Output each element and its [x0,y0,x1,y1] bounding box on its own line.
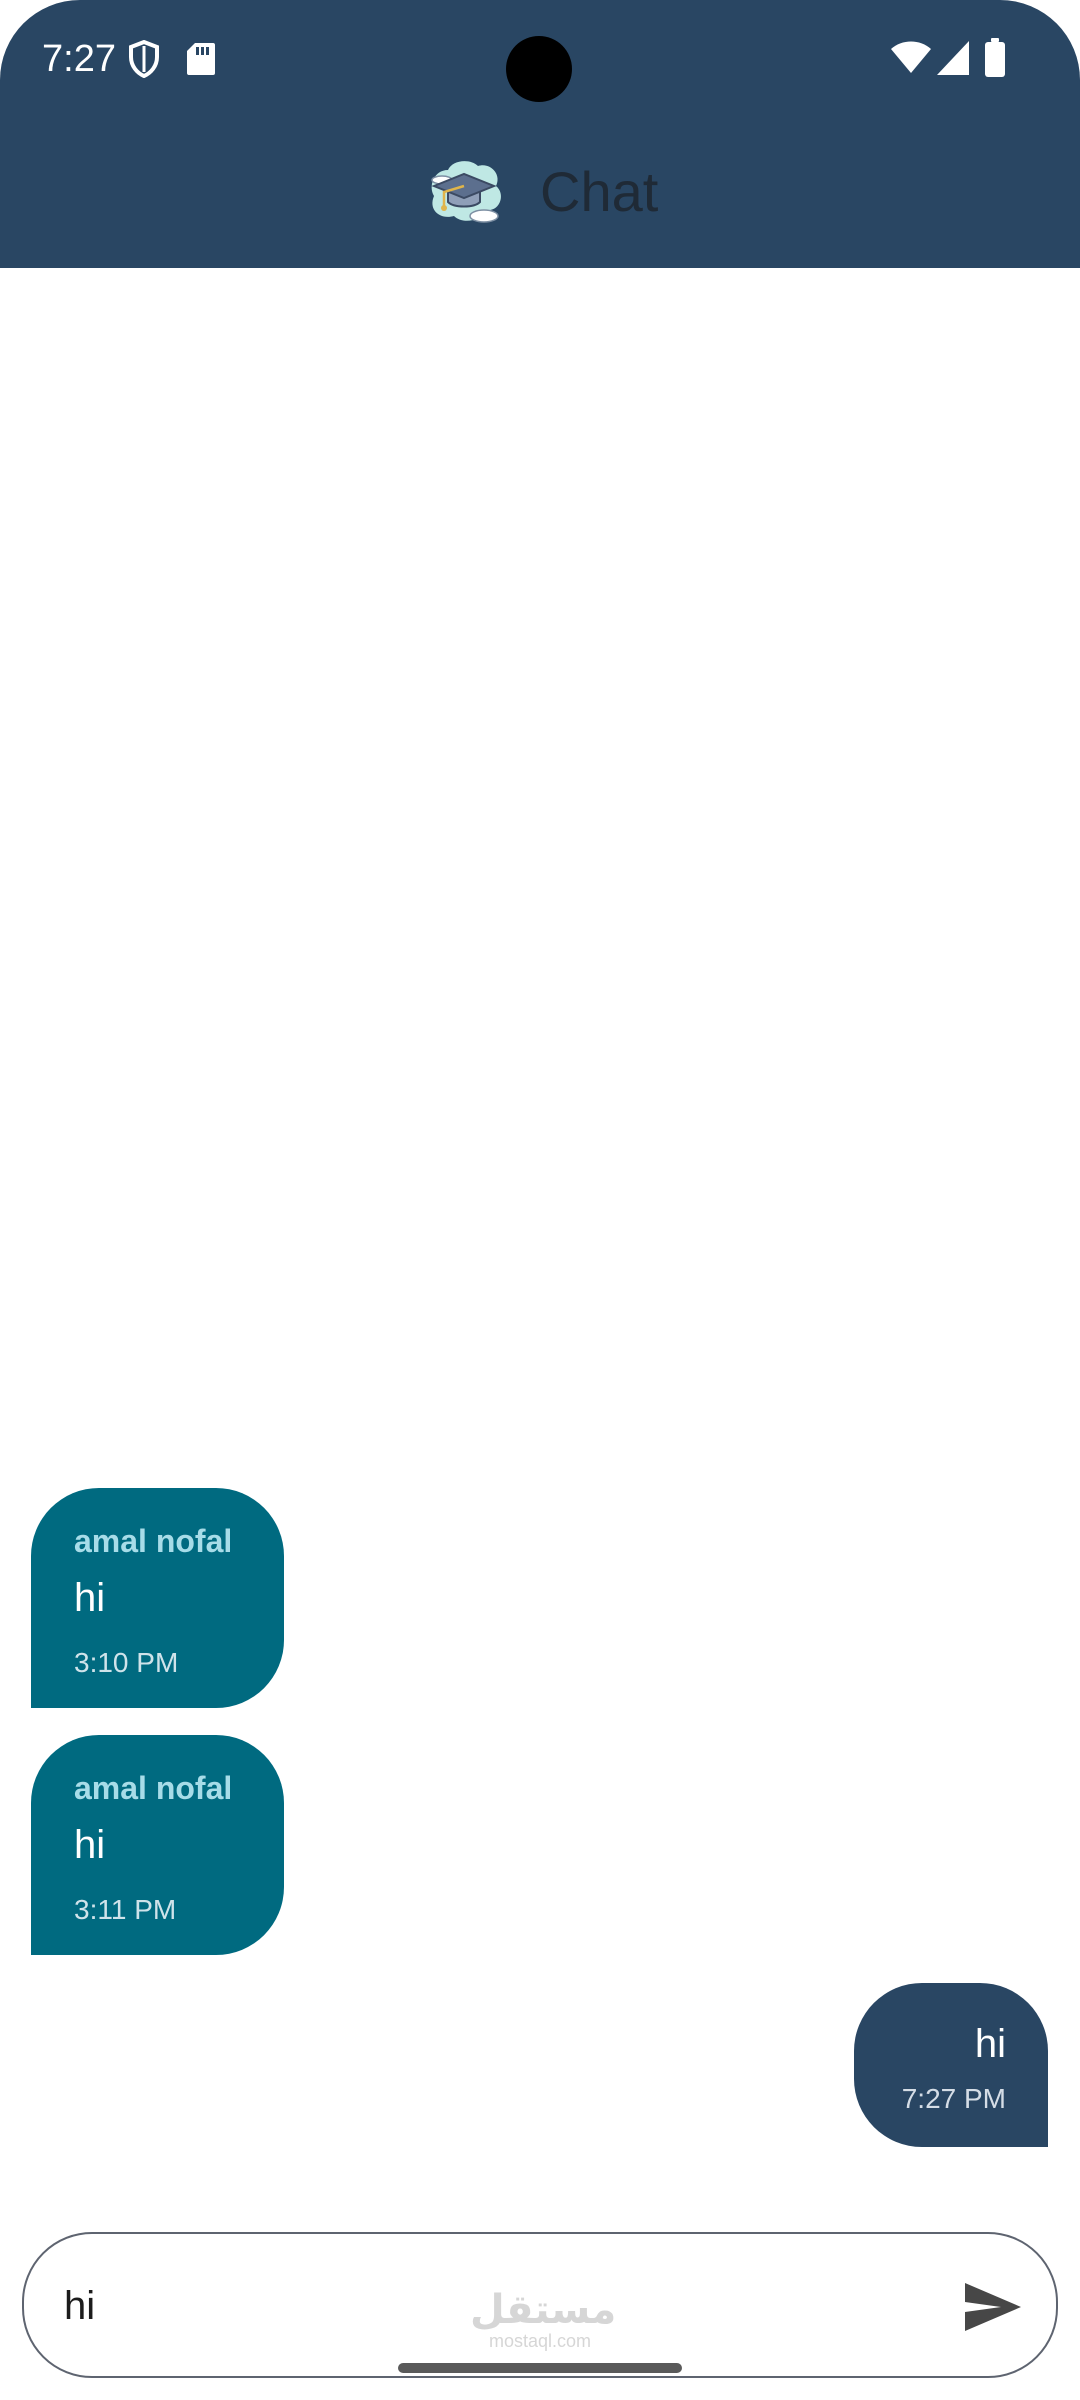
top-header: 7:27 Chat [0,0,1080,268]
message-time: 3:11 PM [74,1894,177,1925]
send-button[interactable] [960,2274,1026,2340]
status-time: 7:27 [42,38,116,80]
message-sender: amal nofal [74,1770,233,1806]
wifi-icon [891,41,931,73]
message-input[interactable] [64,2274,944,2338]
message-bubble-incoming[interactable]: amal nofal hi 3:10 PM [31,1488,284,1708]
shield-icon [129,40,159,78]
message-text: hi [74,1823,106,1867]
message-time: 3:10 PM [74,1647,179,1678]
battery-icon [985,38,1005,77]
camera-cutout [506,36,572,102]
message-composer [22,2232,1058,2378]
home-indicator[interactable] [398,2363,682,2373]
page-title: Chat [540,160,659,223]
message-bubble-incoming[interactable]: amal nofal hi 3:11 PM [31,1735,284,1955]
send-icon [965,2283,1021,2331]
message-sender: amal nofal [74,1523,233,1559]
sd-card-icon [187,43,215,75]
chat-screen: 7:27 Chat amal nofal hi 3:10 PM amal nof… [0,0,1080,2400]
graduation-cap-icon [431,161,501,223]
message-bubble-outgoing[interactable]: hi 7:27 PM [854,1983,1048,2147]
cell-signal-icon [937,41,969,75]
message-text: hi [974,2022,1006,2066]
message-text: hi [74,1576,106,1620]
message-time: 7:27 PM [901,2083,1006,2114]
